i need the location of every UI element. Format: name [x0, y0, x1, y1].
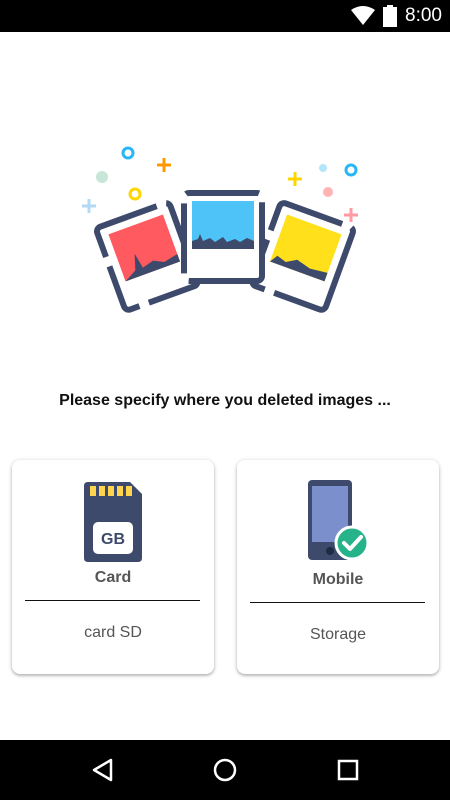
system-nav-bar — [0, 740, 450, 800]
recents-icon — [338, 759, 359, 781]
sparkle-dot-icon — [319, 164, 327, 172]
photo-frame-blue — [181, 190, 265, 284]
option-subtitle: Storage — [309, 626, 367, 643]
option-title: Mobile — [312, 571, 364, 588]
battery-icon — [383, 5, 398, 27]
sparkle-plus-icon — [344, 208, 358, 222]
option-subtitle: card SD — [84, 624, 142, 641]
back-button[interactable] — [72, 745, 132, 795]
status-bar: 8:00 — [0, 0, 450, 32]
option-title: Card — [94, 569, 132, 586]
home-icon — [213, 758, 237, 782]
sd-card-icon: GB — [84, 482, 142, 562]
sparkle-dot-icon — [96, 171, 108, 183]
recents-button[interactable] — [318, 745, 378, 795]
sparkle-plus-icon — [288, 172, 302, 186]
sparkle-circle-icon — [344, 163, 358, 177]
option-card-mobile[interactable]: Mobile Storage — [237, 460, 439, 674]
instruction-text: Please specify where you deleted images … — [59, 392, 391, 409]
back-icon — [92, 758, 112, 782]
sparkle-plus-icon — [82, 199, 96, 213]
photos-illustration — [82, 146, 358, 313]
status-time: 8:00 — [405, 5, 442, 26]
phone-check-icon — [308, 480, 370, 561]
photo-frame-yellow — [249, 200, 356, 313]
divider — [25, 600, 200, 601]
sd-card-label: GB — [101, 531, 125, 548]
sparkle-circle-icon — [128, 187, 142, 201]
divider — [250, 602, 425, 603]
sparkle-dot-icon — [323, 187, 333, 197]
home-button[interactable] — [195, 745, 255, 795]
sparkle-circle-icon — [121, 146, 135, 160]
sparkle-plus-icon — [157, 158, 171, 172]
option-card-sd[interactable]: GB Card card SD — [12, 460, 214, 674]
wifi-icon — [351, 6, 376, 25]
